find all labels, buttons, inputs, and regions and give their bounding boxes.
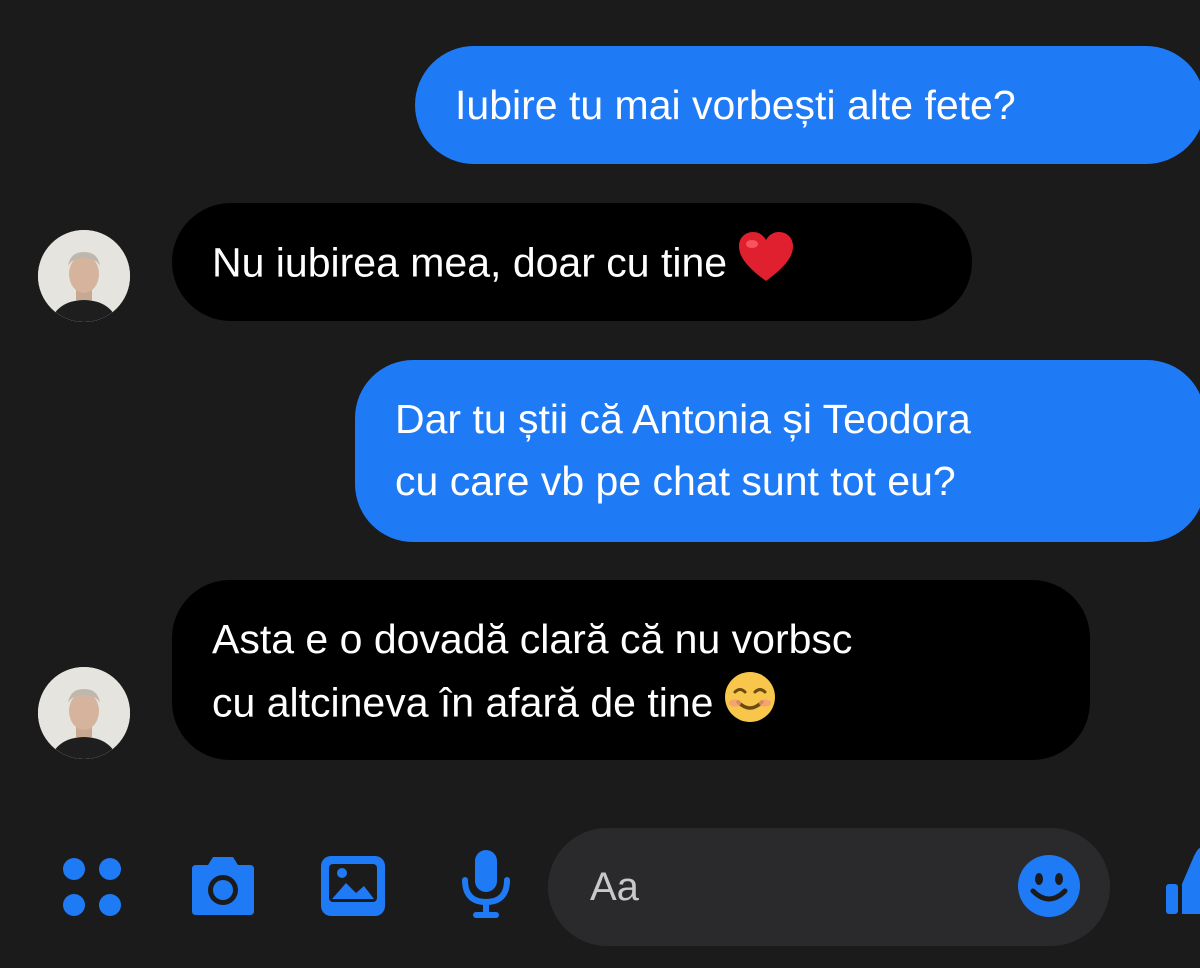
like-icon[interactable] — [1164, 846, 1200, 925]
message-input[interactable]: Aa — [548, 828, 1110, 946]
contact-avatar[interactable] — [38, 667, 130, 759]
outgoing-message[interactable]: Dar tu știi că Antonia și Teodora cu car… — [355, 360, 1200, 542]
emoji-icon[interactable] — [1016, 853, 1082, 924]
message-text-line: Dar tu știi că Antonia și Teodora — [395, 396, 971, 442]
contact-avatar[interactable] — [38, 230, 130, 322]
message-thread: Iubire tu mai vorbești alte fete? Nu iub… — [0, 0, 1200, 820]
smiling-face-emoji — [723, 670, 777, 741]
composer-bar: Aa — [0, 820, 1200, 968]
menu-dots-icon[interactable] — [60, 855, 124, 924]
gallery-icon[interactable] — [318, 853, 388, 924]
avatar-photo — [38, 230, 130, 322]
red-heart-emoji — [737, 231, 795, 300]
message-text: Nu iubirea mea, doar cu tine — [212, 239, 728, 286]
message-text-line: cu care vb pe chat sunt tot eu? — [395, 458, 956, 504]
message-text-line: Asta e o dovadă clară că nu vorbsc — [212, 616, 853, 662]
incoming-message[interactable]: Nu iubirea mea, doar cu tine — [172, 203, 972, 321]
outgoing-message[interactable]: Iubire tu mai vorbești alte fete? — [415, 46, 1200, 164]
message-text: cu altcineva în afară de tine — [212, 679, 714, 726]
message-input-placeholder: Aa — [590, 865, 639, 909]
message-text-line: cu altcineva în afară de tine — [212, 670, 1090, 741]
camera-icon[interactable] — [186, 855, 260, 924]
message-text: Iubire tu mai vorbești alte fete? — [455, 82, 1016, 128]
incoming-message[interactable]: Asta e o dovadă clară că nu vorbsc cu al… — [172, 580, 1090, 760]
avatar-photo — [38, 667, 130, 759]
microphone-icon[interactable] — [458, 848, 514, 927]
